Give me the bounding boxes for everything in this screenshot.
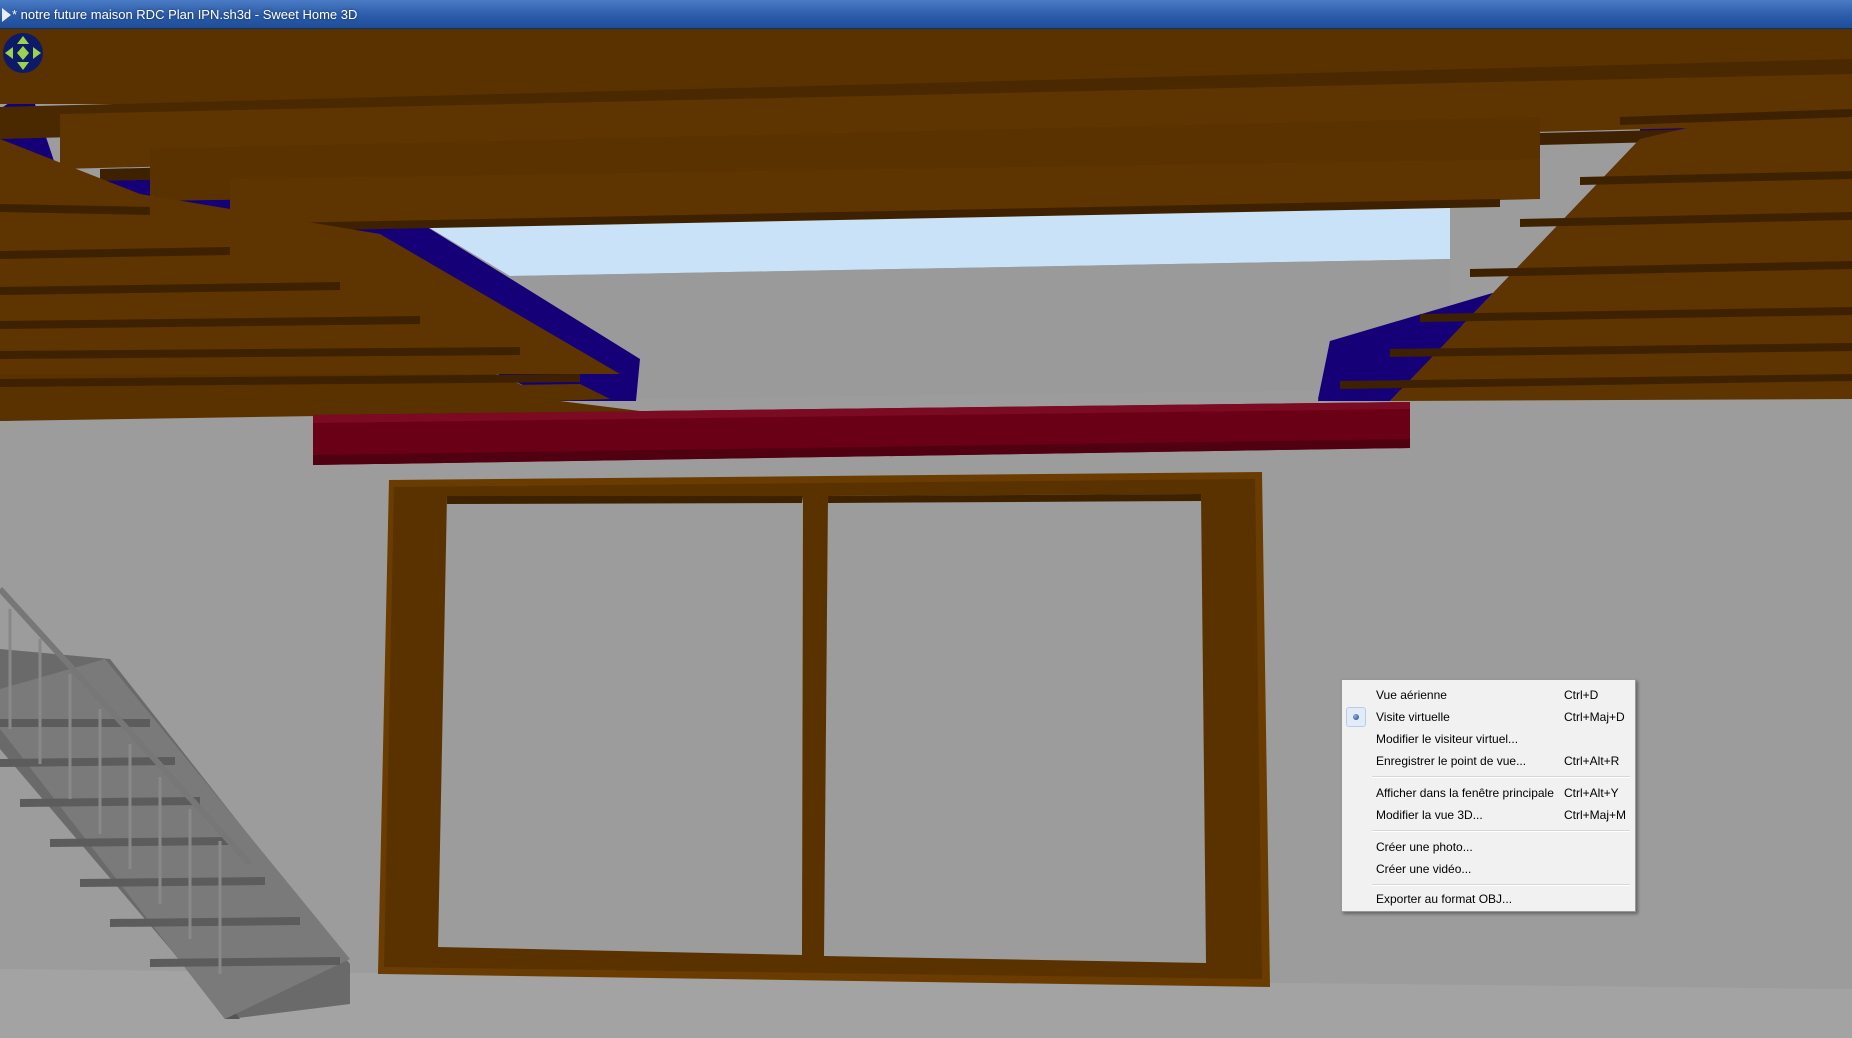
menu-separator	[1372, 830, 1630, 832]
context-menu: Vue aérienne Ctrl+D Visite virtuelle Ctr…	[1341, 679, 1636, 912]
menu-separator	[1372, 884, 1630, 886]
menu-item-visite-virtuelle[interactable]: Visite virtuelle Ctrl+Maj+D	[1345, 706, 1632, 728]
window-titlebar: * notre future maison RDC Plan IPN.sh3d …	[0, 0, 1852, 29]
menu-item-vue-aerienne[interactable]: Vue aérienne Ctrl+D	[1345, 684, 1632, 706]
window-glass-right	[824, 494, 1206, 963]
menu-item-enregistrer-point-de-vue[interactable]: Enregistrer le point de vue... Ctrl+Alt+…	[1345, 750, 1632, 772]
menu-item-creer-video[interactable]: Créer une vidéo...	[1345, 858, 1632, 880]
menu-item-creer-photo[interactable]: Créer une photo...	[1345, 836, 1632, 858]
window-title: * notre future maison RDC Plan IPN.sh3d …	[12, 7, 358, 22]
menu-item-afficher-fenetre-principale[interactable]: Afficher dans la fenêtre principale Ctrl…	[1345, 782, 1632, 804]
menu-item-modifier-vue-3d[interactable]: Modifier la vue 3D... Ctrl+Maj+M	[1345, 804, 1632, 826]
window-pane-shadow-left	[447, 496, 803, 504]
radio-selected-icon	[1346, 707, 1366, 727]
menu-item-exporter-obj[interactable]: Exporter au format OBJ...	[1345, 888, 1632, 910]
navigation-arrows-icon[interactable]	[0, 29, 50, 79]
window-glass-left	[438, 496, 803, 955]
menu-separator	[1372, 776, 1630, 778]
upper-wall	[510, 259, 1450, 399]
menu-item-modifier-visiteur[interactable]: Modifier le visiteur virtuel...	[1345, 728, 1632, 750]
app-icon[interactable]	[2, 8, 11, 22]
